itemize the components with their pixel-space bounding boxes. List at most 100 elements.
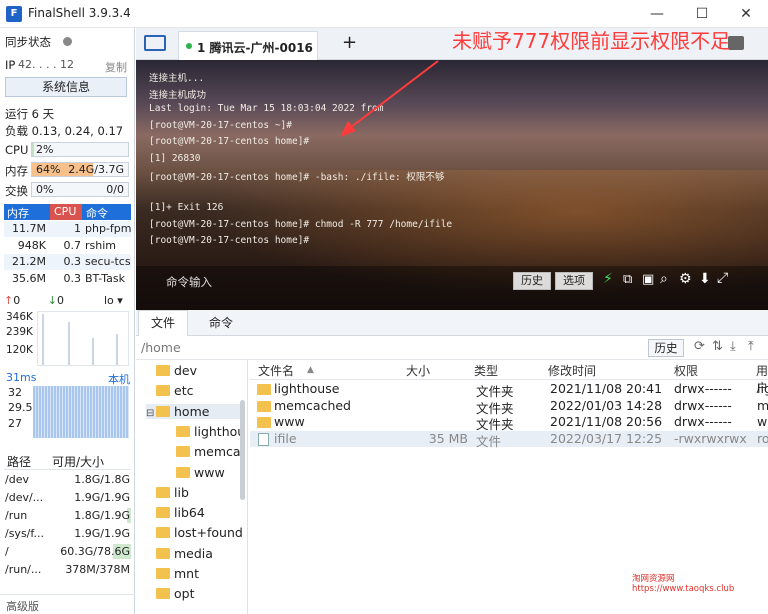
terminal-history-button[interactable]: 历史 [513,272,551,290]
command-input[interactable]: 命令输入 [166,274,212,290]
tab-files[interactable]: 文件 [138,310,188,336]
tree-scrollbar[interactable] [240,400,245,500]
tree-item-lib64[interactable]: lib64 [146,505,205,520]
net-tick-1: 239K [6,326,33,338]
tree-item-dev[interactable]: dev [146,363,197,378]
download-file-icon[interactable]: ⤓ [730,339,736,354]
tree-label: mnt [174,566,199,581]
paste-icon[interactable]: ▣ [642,272,654,287]
lightning-icon[interactable]: ⚡ [603,271,613,287]
col-mtime[interactable]: 修改时间 [548,362,596,379]
add-tab-button[interactable]: + [342,32,357,53]
file-row[interactable]: ifile 35 MB 文件 2022/03/17 12:25 -rwxrwxrwx ro [250,430,768,449]
terminal-line: [root@VM-20-17-centos home]# chmod -R 77… [149,218,453,230]
folder-icon [257,384,271,395]
col-permission[interactable]: 权限 [674,362,698,379]
gear-icon[interactable]: ⚙ [679,271,692,287]
disk-usage-bar: 378M/378M [51,562,131,577]
folder-icon [176,425,190,437]
download-icon[interactable]: ⬇ [699,271,711,287]
window-title: FinalShell 3.9.3.4 [28,6,131,20]
tree-item-media[interactable]: media [146,546,213,561]
proc-col-cmd[interactable]: 命令 [86,205,108,221]
ping-ms: 31ms [6,371,37,384]
col-type[interactable]: 类型 [474,362,498,379]
upload-arrow-icon: ↑ [4,294,14,307]
search-icon[interactable]: ⌕ [660,271,668,287]
disk-table-header: 路径 可用/大小 [4,452,131,470]
system-info-button[interactable]: 系统信息 [5,77,127,97]
disk-col-path[interactable]: 路径 [7,453,31,470]
close-button[interactable]: ✕ [732,4,760,24]
process-cpu: 1 [74,222,81,235]
col-filename[interactable]: 文件名 [258,362,294,379]
tree-label: home [174,403,210,419]
tree-item-home[interactable]: ⊟ home [146,403,244,419]
file-user: lig [757,381,768,396]
process-row: 21.2M 0.3 secu-tcs [4,254,131,270]
ip-label: IP [5,58,16,72]
tree-item-mnt[interactable]: mnt [146,566,199,581]
file-user: ro [757,430,768,446]
file-name: memcached [274,397,351,413]
swap-percent: 0% [36,183,54,196]
process-cmd: secu-tcs [85,255,131,268]
tree-label: etc [174,383,194,399]
tree-label: lib [174,484,189,500]
proc-col-mem[interactable]: 内存 [7,205,29,221]
process-row: 35.6M 0.3 BT-Task [4,270,131,287]
tree-item-www[interactable]: www [166,465,240,480]
tree-item-memcached[interactable]: memcached [166,444,240,459]
ping-host[interactable]: 本机 [108,371,130,387]
file-row[interactable]: lighthouse 文件夹 2021/11/08 20:41 drwx------ l… [250,381,768,399]
maximize-button[interactable]: ☐ [688,4,716,24]
tab-commands[interactable]: 命令 [196,310,246,336]
folder-icon[interactable] [144,35,166,51]
tree-item-opt[interactable]: opt [146,586,194,601]
tree-item-etc[interactable]: etc [146,383,193,398]
terminal[interactable]: 连接主机... 连接主机成功 Last login: Tue Mar 15 18:0… [136,60,768,310]
refresh-icon[interactable]: ⟳ [694,339,705,354]
collapse-icon[interactable]: ⊟ [146,408,156,419]
file-row[interactable]: memcached 文件夹 2022/01/03 14:28 drwx------ m [250,397,768,416]
net-down-value: 0 [56,294,64,307]
terminal-options-button[interactable]: 选项 [555,272,593,290]
ip-value: 42. . . . 12 [18,58,74,71]
tree-item-lib[interactable]: lib [146,485,189,500]
net-header: ↑0 ↓0 [4,294,64,307]
terminal-line: 连接主机成功 [149,89,207,101]
tab-session-1[interactable]: 1 腾讯云-广州-0016 [178,31,318,60]
up-level-icon[interactable]: ⇅ [712,339,723,354]
minimize-button[interactable]: — [643,4,671,24]
swap-label: 交换 [5,184,28,198]
copy-icon[interactable]: ⧉ [623,272,632,287]
title-bar: F FinalShell 3.9.3.4 — ☐ ✕ [0,0,768,28]
ping-tick-1: 29.5 [8,401,33,414]
mem-percent: 64% [36,163,61,176]
tree-item-lighthouse[interactable]: lighthouse [166,424,240,439]
col-size[interactable]: 大小 [406,362,430,379]
copy-ip-link[interactable]: 复制 [105,59,127,75]
net-tick-0: 346K [6,311,33,323]
path-bar: /home 历史 ⟳ ⇅ ⤓ ⤒ [136,336,768,360]
proc-col-cpu[interactable]: CPU [50,204,82,220]
disk-usage-bar: 1.9G/1.9G [51,526,131,541]
process-cpu: 0.3 [63,271,82,285]
upload-file-icon[interactable]: ⤒ [748,339,754,354]
path-history-button[interactable]: 历史 [648,339,684,357]
disk-col-size[interactable]: 可用/大小 [52,453,104,470]
advanced-edition-label[interactable]: 高级版 [0,594,135,614]
disk-usage-bar: 1.9G/1.9G [51,490,131,505]
sort-asc-icon: ▲ [307,365,314,375]
process-cmd: rshim [85,238,116,252]
disk-size: 1.8G/1.8G [74,473,130,486]
net-interface-select[interactable]: lo ▾ [104,294,123,307]
disk-usage-bar: 1.8G/1.8G [51,472,131,487]
folder-icon [257,400,271,412]
fullscreen-icon[interactable]: ⤢ [717,270,728,286]
process-mem: 948K [17,238,46,252]
file-row[interactable]: www 文件夹 2021/11/08 20:56 drwx------ w [250,414,768,432]
sidebar: 同步状态 IP 42. . . . 12 复制 系统信息 运行 6 天 负载 0… [0,28,135,614]
path-input[interactable]: /home [141,340,181,355]
tree-item-lostfound[interactable]: lost+found [146,525,243,540]
